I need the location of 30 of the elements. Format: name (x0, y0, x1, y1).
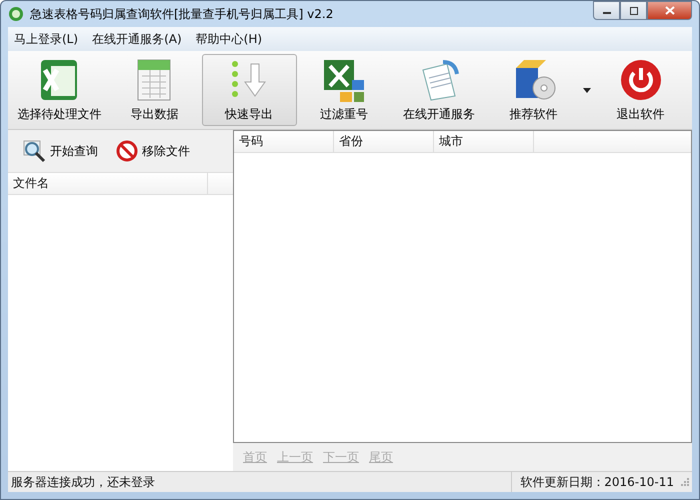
toolbar-button[interactable]: 在线开通服务 (391, 54, 486, 126)
panel-button[interactable]: 开始查询 (20, 137, 100, 165)
search-icon (22, 139, 46, 163)
toolbar-button[interactable]: 过滤重号 (296, 54, 392, 126)
toolbar-button[interactable]: 退出软件 (593, 54, 688, 126)
power-icon (618, 58, 663, 102)
menu-item[interactable]: 在线开通服务(A) (88, 28, 186, 50)
close-button[interactable] (647, 1, 692, 20)
maximize-icon (628, 6, 638, 14)
close-icon (664, 6, 674, 15)
maximize-button[interactable] (620, 1, 647, 20)
toolbar-button[interactable]: 选择待处理文件 (12, 54, 107, 126)
menu-item[interactable]: 马上登录(L) (10, 28, 82, 50)
resize-grip-icon[interactable] (680, 477, 690, 487)
dropdown-caret-icon[interactable] (583, 88, 592, 92)
toolbar-button[interactable]: 导出数据 (106, 54, 202, 126)
toolbar-button[interactable]: 快速导出 (202, 54, 297, 126)
prohibited-icon (116, 140, 138, 162)
column-header[interactable]: 城市 (434, 131, 534, 152)
minimize-button[interactable] (593, 1, 620, 20)
update-date: 软件更新日期：2016-10-11 (511, 472, 680, 492)
app-logo-icon (8, 6, 24, 22)
column-header[interactable]: 省份 (334, 131, 434, 152)
window-title: 急速表格号码归属查询软件[批量查手机号归属工具] v2.2 (30, 6, 334, 22)
menu-item[interactable]: 帮助中心(H) (192, 28, 266, 50)
column-header[interactable]: 号码 (234, 131, 334, 152)
status-message: 服务器连接成功，还未登录 (10, 474, 156, 490)
toolbar-button[interactable]: 推荐软件 (486, 54, 582, 126)
spreadsheet-blocks-icon (322, 58, 366, 102)
panel-button[interactable]: 移除文件 (114, 138, 192, 164)
